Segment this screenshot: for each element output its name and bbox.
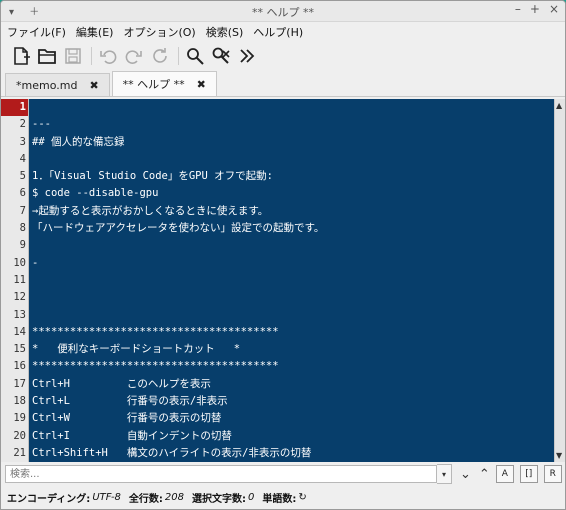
selected-chars-value: 0 [248,491,255,503]
minimize-icon[interactable]: – [515,2,521,16]
line-number: 8 [19,222,26,235]
app-window: ▾ ＋ ** ヘルプ ** – + × ファイル(F) 編集(E) オプション(O)… [0,0,566,510]
code-line[interactable]: *************************************** [29,358,554,375]
code-line[interactable] [29,307,554,324]
line-number: 12 [13,291,26,304]
tab-bar: *memo.md ✖ ** ヘルプ ** ✖ [1,70,565,97]
line-number: 16 [13,360,26,373]
line-number-gutter: 1 2 3 4 5 6 7 8 9 10 11 12 13 14 15 16 17 18 19 20 21 [1,99,29,462]
line-number: 15 [13,343,26,356]
tab-memo[interactable]: *memo.md ✖ [5,73,110,96]
save-icon[interactable] [61,44,85,68]
code-line[interactable]: →起動すると表示がおかしくなるときに使えます。 [29,203,554,220]
jump-icon[interactable] [235,44,259,68]
line-number: 20 [13,429,26,442]
maximize-icon[interactable]: + [530,2,540,16]
selected-chars-label: 選択文字数: [192,493,247,505]
undo-icon[interactable] [96,44,120,68]
encoding-label: エンコーディング: [7,493,91,505]
search-history-dropdown[interactable]: ▾ [437,464,452,484]
line-number: 21 [13,446,26,459]
match-case-icon[interactable]: A [495,465,514,483]
code-line[interactable]: Ctrl+H このヘルプを表示 [29,376,554,393]
regex-icon[interactable]: R [543,465,562,483]
close-icon[interactable]: × [549,2,559,16]
code-line[interactable]: --- [29,116,554,133]
line-count-value: 208 [164,491,185,503]
menu-edit[interactable]: 編集(E) [76,24,114,40]
code-line[interactable] [29,151,554,168]
title-bar: ▾ ＋ ** ヘルプ ** – + × [1,1,565,22]
search-replace-icon[interactable] [209,44,233,68]
line-number: 14 [13,325,26,338]
line-number: 17 [13,377,26,390]
code-line[interactable]: 1．「Visual Studio Code」をGPU オフで起動: [29,168,554,185]
tab-label: ** ヘルプ ** [122,78,185,91]
line-number: 4 [19,152,26,165]
word-count-label: 単語数: [262,493,297,505]
window-title: ** ヘルプ ** [252,6,314,19]
open-folder-icon[interactable] [35,44,59,68]
menu-file[interactable]: ファイル(F) [7,24,66,40]
code-line[interactable]: *************************************** [29,324,554,341]
status-bar: エンコーディング: UTF-8 全行数: 208 選択文字数: 0 単語数: ↻ [1,486,565,508]
line-number: 1 [1,99,28,117]
menu-bar: ファイル(F) 編集(E) オプション(O) 検索(S) ヘルプ(H) [1,22,565,42]
window-controls: – + × [506,2,559,16]
redo-icon[interactable] [122,44,146,68]
line-number: 5 [19,170,26,183]
code-line[interactable]: - [29,255,554,272]
line-number: 11 [13,273,26,286]
toolbar-separator [178,47,179,65]
tab-close-icon[interactable]: ✖ [197,78,206,91]
toolbar [1,42,565,70]
toolbar-separator [91,47,92,65]
menu-options[interactable]: オプション(O) [123,24,195,40]
search-bar: ▾ ⌄ ⌃ A [] R [1,462,565,486]
new-file-icon[interactable] [9,44,33,68]
code-line[interactable] [29,237,554,254]
word-count-refresh-icon[interactable]: ↻ [298,492,306,503]
line-number: 13 [13,308,26,321]
scroll-down-icon[interactable]: ▼ [556,451,562,460]
find-previous-icon[interactable]: ⌃ [479,467,490,482]
code-line[interactable] [29,289,554,306]
line-count-label: 全行数: [128,493,163,505]
code-line[interactable]: $ code --disable-gpu [29,185,554,202]
whole-word-icon[interactable]: [] [519,465,538,483]
code-line[interactable] [29,99,554,116]
refresh-icon[interactable] [148,44,172,68]
code-line[interactable]: Ctrl+Shift+H 構文のハイライトの表示/非表示の切替 [29,445,554,462]
code-line[interactable]: ## 個人的な備忘録 [29,134,554,151]
line-number: 19 [13,412,26,425]
code-line[interactable]: 「ハードウェアアクセレータを使わない」設定での起動です。 [29,220,554,237]
search-input[interactable] [5,465,437,483]
tab-close-icon[interactable]: ✖ [89,79,98,92]
line-number: 7 [19,204,26,217]
search-icon[interactable] [183,44,207,68]
line-number: 18 [13,395,26,408]
line-number: 6 [19,187,26,200]
menu-help[interactable]: ヘルプ(H) [253,24,303,40]
code-line[interactable] [29,272,554,289]
line-number: 9 [19,239,26,252]
code-line[interactable]: Ctrl+W 行番号の表示の切替 [29,410,554,427]
menu-search[interactable]: 検索(S) [206,24,244,40]
encoding-value: UTF-8 [92,491,121,503]
text-area[interactable]: --- ## 個人的な備忘録 1．「Visual Studio Code」をGPU … [29,99,554,462]
tab-label: *memo.md [16,78,78,92]
tab-help[interactable]: ** ヘルプ ** ✖ [111,71,217,96]
code-line[interactable]: * 便利なキーボードショートカット * [29,341,554,358]
code-line[interactable]: Ctrl+I 自動インデントの切替 [29,428,554,445]
vertical-scrollbar[interactable]: ▲ ▼ [554,99,565,462]
scroll-up-icon[interactable]: ▲ [556,101,562,110]
line-number: 3 [19,135,26,148]
editor[interactable]: 1 2 3 4 5 6 7 8 9 10 11 12 13 14 15 16 17 18 19 20 21 --- ## … [1,99,565,462]
line-number: 10 [13,256,26,269]
code-line[interactable]: Ctrl+L 行番号の表示/非表示 [29,393,554,410]
line-number: 2 [19,118,26,131]
find-next-icon[interactable]: ⌄ [460,467,471,482]
